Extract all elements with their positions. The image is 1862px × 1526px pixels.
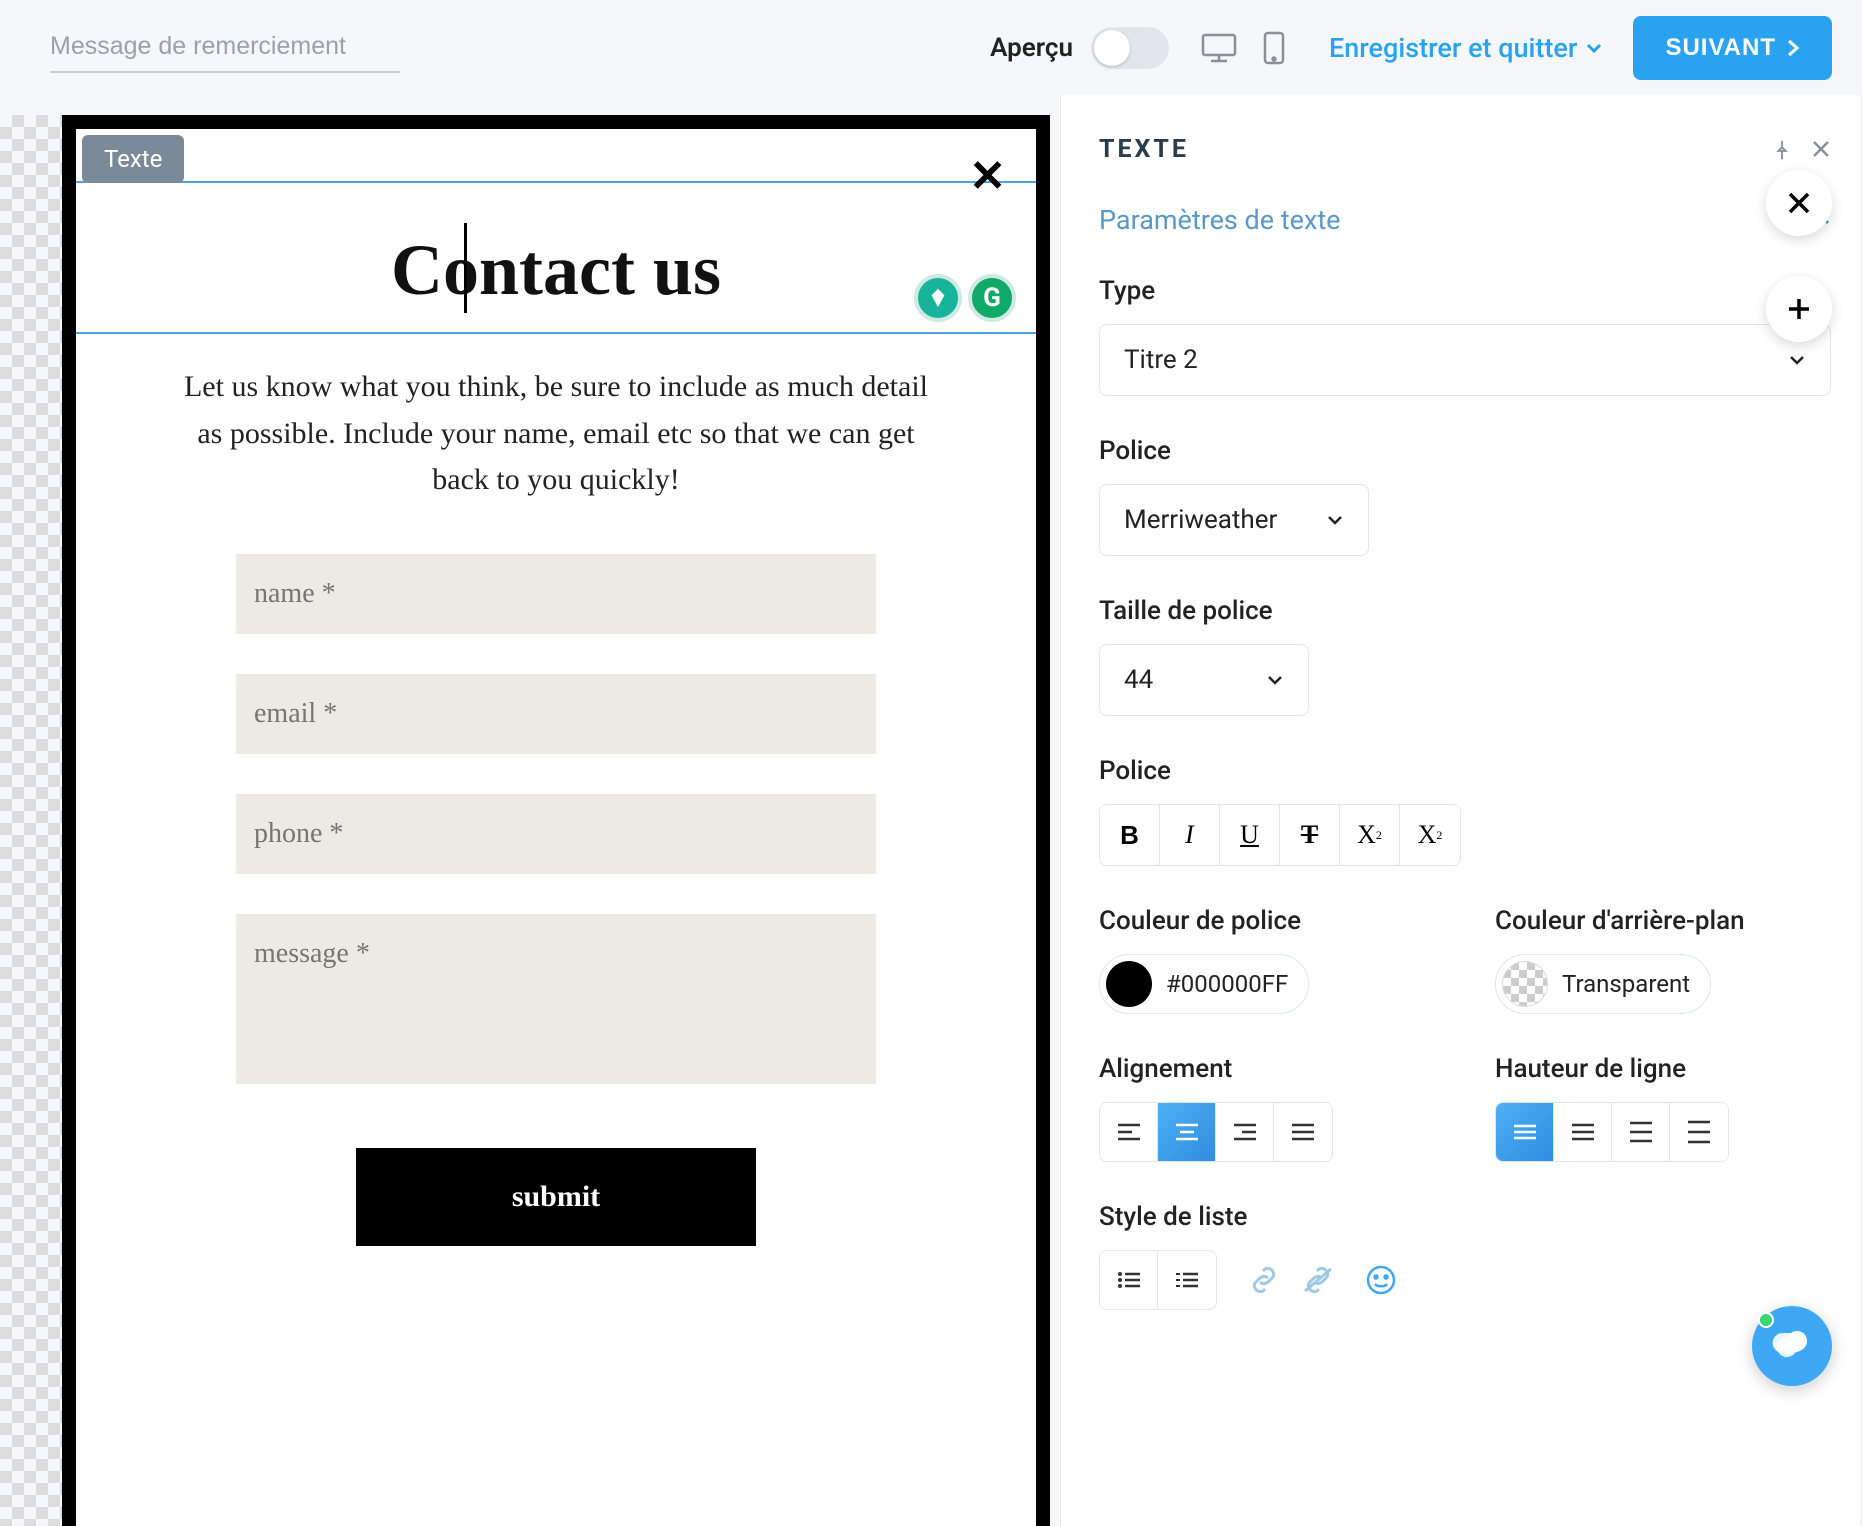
title-selection[interactable]: Contact us G: [76, 129, 1036, 334]
save-exit-link[interactable]: Enregistrer et quitter: [1329, 32, 1603, 64]
align-label: Alignement: [1099, 1054, 1435, 1084]
popup-frame: Texte ✕ Contact us G Let us know what y: [62, 115, 1050, 1526]
popup-close-icon[interactable]: ✕: [969, 154, 1006, 198]
properties-sidebar: TEXTE Paramètres de texte Type Titre 2 P…: [1060, 95, 1862, 1526]
grammarly-badge-icon[interactable]: G: [968, 274, 1016, 322]
phone-field[interactable]: [236, 794, 876, 874]
font-label: Police: [1099, 436, 1831, 466]
list-bullet-button[interactable]: [1100, 1251, 1158, 1309]
fontcolor-label: Couleur de police: [1099, 906, 1435, 936]
lineheight-label: Hauteur de ligne: [1495, 1054, 1831, 1084]
desktop-icon[interactable]: [1199, 28, 1239, 68]
lineheight-3-button[interactable]: [1612, 1103, 1670, 1161]
message-field[interactable]: [236, 914, 876, 1084]
lineheight-2-button[interactable]: [1554, 1103, 1612, 1161]
align-center-button[interactable]: [1158, 1103, 1216, 1161]
bold-button[interactable]: B: [1100, 805, 1160, 865]
underline-button[interactable]: U: [1220, 805, 1280, 865]
preview-toggle[interactable]: [1091, 27, 1169, 69]
sidebar-title: TEXTE: [1099, 135, 1189, 164]
align-right-button[interactable]: [1216, 1103, 1274, 1161]
email-field[interactable]: [236, 674, 876, 754]
bgcolor-label: Couleur d'arrière-plan: [1495, 906, 1831, 936]
mobile-icon[interactable]: [1254, 28, 1294, 68]
list-numbered-button[interactable]: [1158, 1251, 1216, 1309]
close-sidebar-icon[interactable]: [1811, 139, 1831, 159]
topbar: Aperçu Enregistrer et quitter SUIVANT: [0, 0, 1862, 95]
popup-description[interactable]: Let us know what you think, be sure to i…: [176, 364, 936, 504]
liststyle-label: Style de liste: [1099, 1202, 1831, 1232]
unlink-icon[interactable]: [1301, 1265, 1335, 1295]
font-select[interactable]: Merriweather: [1099, 484, 1369, 556]
style-label: Police: [1099, 756, 1831, 786]
next-button[interactable]: SUIVANT: [1633, 16, 1832, 80]
link-icon[interactable]: [1247, 1265, 1281, 1295]
align-left-button[interactable]: [1100, 1103, 1158, 1161]
italic-button[interactable]: I: [1160, 805, 1220, 865]
type-label: Type: [1099, 276, 1831, 306]
canvas-area: Texte ✕ Contact us G Let us know what y: [0, 95, 1060, 1526]
lineheight-1-button[interactable]: [1496, 1103, 1554, 1161]
preview-label: Aperçu: [990, 33, 1073, 63]
pin-icon[interactable]: [1771, 139, 1793, 161]
rail-close-button[interactable]: [1766, 170, 1832, 236]
strikethrough-button[interactable]: T: [1280, 805, 1340, 865]
thankyou-input[interactable]: [50, 22, 400, 73]
element-tag: Texte: [82, 135, 184, 183]
submit-button[interactable]: submit: [356, 1148, 756, 1246]
type-select[interactable]: Titre 2: [1099, 324, 1831, 396]
lineheight-4-button[interactable]: [1670, 1103, 1728, 1161]
subscript-button[interactable]: X2: [1340, 805, 1400, 865]
fontsize-label: Taille de police: [1099, 596, 1831, 626]
align-justify-button[interactable]: [1274, 1103, 1332, 1161]
name-field[interactable]: [236, 554, 876, 634]
rail-add-button[interactable]: [1766, 276, 1832, 342]
fontsize-select[interactable]: 44: [1099, 644, 1309, 716]
superscript-button[interactable]: X2: [1400, 805, 1460, 865]
popup-title[interactable]: Contact us: [116, 229, 996, 312]
pen-badge-icon[interactable]: [914, 274, 962, 322]
emoji-icon[interactable]: [1365, 1264, 1397, 1296]
bgcolor-swatch: [1502, 961, 1548, 1007]
chat-bubble-icon[interactable]: [1752, 1306, 1832, 1386]
section-toggle[interactable]: Paramètres de texte: [1099, 204, 1831, 236]
fontcolor-swatch: [1106, 961, 1152, 1007]
bgcolor-picker[interactable]: Transparent: [1495, 954, 1711, 1014]
fontcolor-picker[interactable]: #000000FF: [1099, 954, 1309, 1014]
text-caret: [464, 223, 467, 313]
transparency-strip: [0, 115, 62, 1526]
